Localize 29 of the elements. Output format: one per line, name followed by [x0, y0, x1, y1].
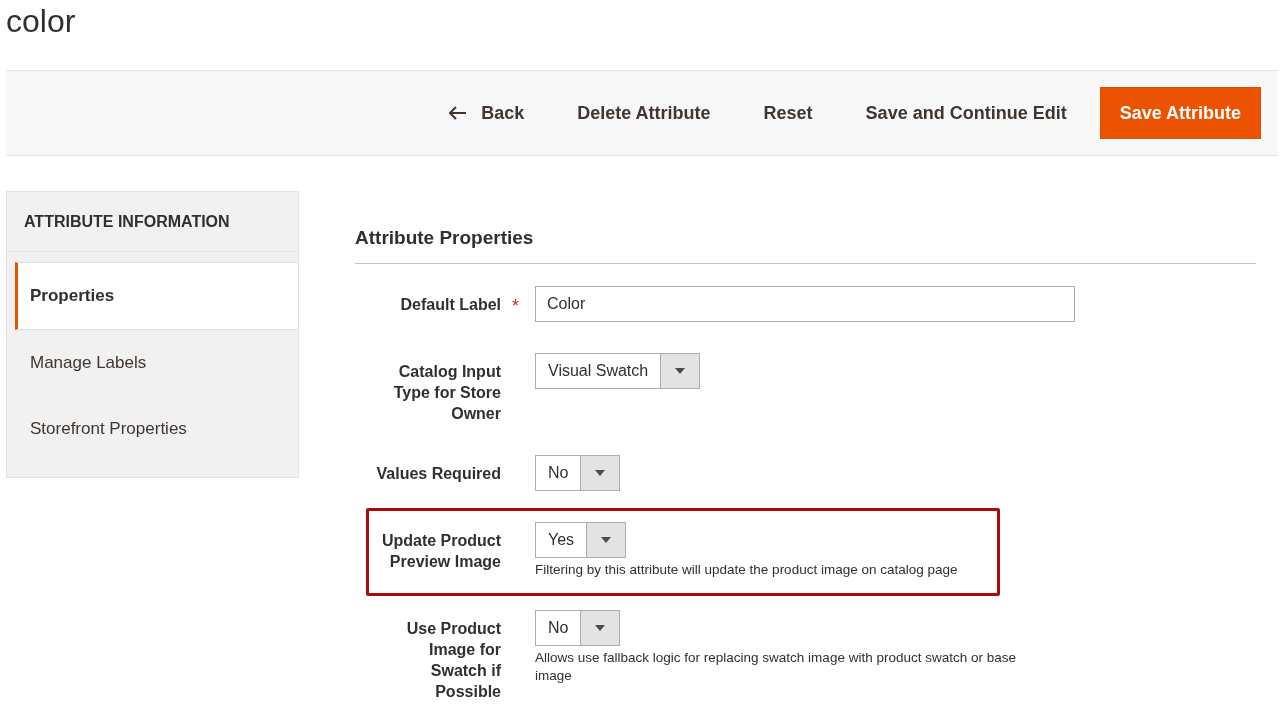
text-field[interactable]: Color — [535, 286, 1075, 322]
sidebar-title: ATTRIBUTE INFORMATION — [7, 192, 298, 252]
sidebar-tab[interactable]: Properties — [15, 262, 298, 330]
caret-down-icon — [595, 625, 606, 631]
required-asterisk: * — [512, 296, 519, 316]
action-button[interactable]: Save and Continue Edit — [865, 93, 1067, 133]
sidebar-tab[interactable]: Storefront Properties — [15, 396, 298, 462]
caret-down-icon — [595, 470, 606, 476]
select-dropdown[interactable]: No — [535, 455, 621, 491]
action-button[interactable]: Delete Attribute — [577, 93, 711, 133]
back-button[interactable]: Back — [449, 93, 525, 133]
select-dropdown[interactable]: Yes — [535, 522, 627, 558]
sidebar-tab[interactable]: Manage Labels — [15, 330, 298, 396]
select-dropdown[interactable]: Visual Swatch — [535, 353, 701, 389]
caret-down-icon — [675, 368, 686, 374]
field-note: Allows use fallback logic for replacing swatch image with product swatch or base image — [535, 649, 1017, 685]
select-dropdown[interactable]: No — [535, 610, 621, 646]
left-arrow-icon — [449, 106, 468, 120]
field-label: Values Required — [375, 464, 501, 484]
field-label: Update Product Preview Image — [380, 531, 501, 572]
page-title: color — [6, 2, 77, 41]
action-button[interactable]: Reset — [763, 93, 813, 133]
field-label: Default Label — [399, 295, 501, 315]
save-attribute-button[interactable]: Save Attribute — [1099, 87, 1261, 139]
field-note: Filtering by this attribute will update the product image on catalog page — [535, 561, 958, 579]
field-label: Use Product Image for Swatch if Possible — [405, 619, 501, 702]
section-title: Attribute Properties — [355, 226, 1256, 264]
field-label: Catalog Input Type for Store Owner — [392, 362, 501, 424]
caret-down-icon — [601, 537, 612, 543]
